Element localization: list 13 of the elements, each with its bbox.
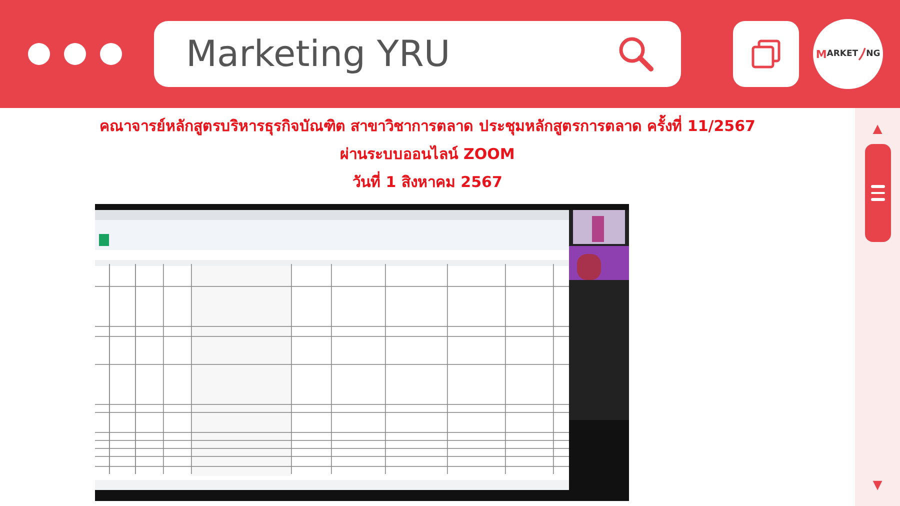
search-icon[interactable]: [617, 35, 655, 73]
copy-button[interactable]: [733, 21, 799, 87]
page-title: วันที่ 1 สิงหาคม 2567: [352, 170, 502, 193]
search-field[interactable]: Marketing YRU: [154, 21, 681, 87]
search-input[interactable]: Marketing YRU: [184, 32, 617, 76]
window-dot: [64, 43, 86, 65]
marketing-logo: MARKET NG: [813, 19, 883, 89]
page-title: คณาจารย์หลักสูตรบริหารธุรกิจบัณฑิต สาขาวิชาการตลาด ประชุมหลักสูตรการตลาด ครั้งที่ 11/2567: [100, 112, 756, 140]
window-dot: [100, 43, 122, 65]
copy-icon: [750, 38, 782, 70]
scroll-thumb[interactable]: [864, 144, 890, 242]
page-title: ผ่านระบบออนไลน์ ZOOM: [340, 144, 515, 165]
window-dot: [28, 43, 50, 65]
